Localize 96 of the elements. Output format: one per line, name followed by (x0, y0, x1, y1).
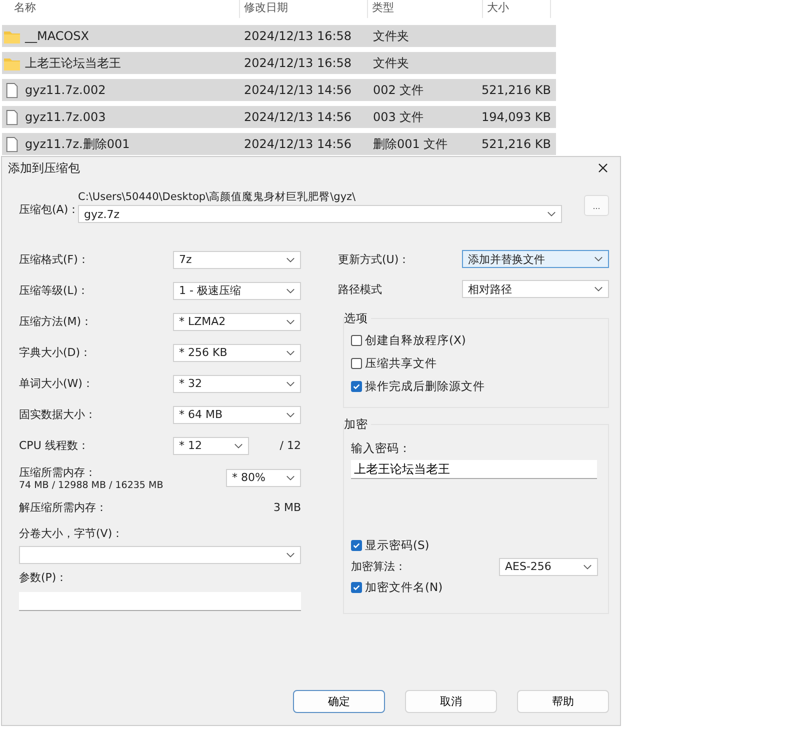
file-row[interactable]: 上老王论坛当老王 2024/12/13 16:58 文件夹 (2, 52, 556, 74)
parameters-field[interactable] (19, 592, 301, 611)
group-title: 选项 (344, 311, 371, 326)
window-title: 添加到压缩包 (8, 160, 80, 176)
chevron-icon (286, 256, 295, 262)
file-type: 文件夹 (372, 54, 410, 72)
dialog-button[interactable]: 帮助 (517, 690, 609, 713)
field-label: 更新方式(U)： (338, 252, 411, 266)
file-row[interactable]: gyz11.7z.删除001 2024/12/13 14:56 删除001 文件 521,216 KB (2, 133, 556, 155)
dropdown[interactable]: 1 - 极速压缩 (173, 282, 301, 300)
file-name: __MACOSX (25, 29, 90, 43)
dialog-button[interactable]: 确定 (293, 690, 385, 713)
chevron-icon (594, 256, 603, 262)
file-icon (4, 110, 20, 124)
column-header[interactable]: 名称 (0, 0, 240, 18)
file-icon (4, 82, 20, 98)
group-title: 加密 (344, 417, 371, 432)
file-size: 521,216 KB (485, 83, 551, 97)
file-name: gyz11.7z.删除001 (25, 136, 130, 152)
field-label: 解压缩所需内存： (19, 500, 108, 514)
column-header[interactable]: 类型 (368, 0, 483, 18)
archive-path: C:\Users\50440\Desktop\高颜值魔鬼身材巨乳肥臀\gyz\ (78, 190, 357, 204)
memory-usage: 74 MB / 12988 MB / 16235 MB (19, 480, 164, 490)
file-size: 521,216 KB (485, 137, 551, 151)
field-label: 压缩包(A)： (19, 202, 78, 217)
chevron-icon (286, 552, 295, 558)
volume-size-dropdown[interactable] (19, 546, 301, 564)
checkbox[interactable]: 操作完成后删除源文件 (351, 378, 485, 395)
thread-total: / 12 (280, 439, 301, 452)
chevron-icon (286, 350, 295, 356)
dropdown[interactable]: * 64 MB (173, 406, 301, 424)
chevron-icon (286, 474, 295, 480)
file-date: 2024/12/13 14:56 (243, 83, 353, 97)
chevron-icon (286, 380, 295, 386)
checkbox[interactable]: 创建自释放程序(X) (351, 332, 466, 349)
folder-icon (4, 28, 20, 44)
column-header[interactable]: 大小 (483, 0, 551, 18)
checkbox[interactable]: 压缩共享文件 (351, 355, 437, 372)
file-type: 删除001 文件 (372, 136, 449, 152)
field-label: 固实数据大小： (19, 407, 97, 422)
file-name: 上老王论坛当老王 (25, 54, 121, 72)
chevron-icon (234, 442, 243, 448)
field-label: CPU 线程数： (19, 438, 90, 453)
file-name: gyz11.7z.003 (25, 110, 106, 124)
field-label: 输入密码： (351, 441, 411, 456)
chevron-icon (286, 318, 295, 324)
field-label: 分卷大小，字节(V)： (19, 526, 124, 542)
checkbox[interactable]: 显示密码(S) (351, 537, 430, 554)
chevron-icon (286, 288, 295, 294)
dropdown[interactable]: 添加并替换文件 (462, 250, 609, 268)
file-icon (4, 136, 20, 152)
dropdown[interactable]: * LZMA2 (173, 312, 301, 330)
file-date: 2024/12/13 16:58 (243, 29, 353, 43)
file-type: 文件夹 (372, 28, 410, 44)
dropdown[interactable]: * 80% (226, 468, 301, 486)
checkmark-icon (352, 583, 361, 592)
browse-button[interactable]: ... (584, 195, 609, 216)
file-row[interactable]: gyz11.7z.003 2024/12/13 14:56 003 文件 194,093 KB (2, 106, 556, 128)
file-type: 002 文件 (372, 82, 425, 98)
file-date: 2024/12/13 16:58 (243, 56, 353, 70)
chevron-icon (286, 412, 295, 418)
memory-value: 3 MB (273, 500, 301, 514)
field-label: 压缩等级(L)： (19, 283, 90, 298)
file-row[interactable]: __MACOSX 2024/12/13 16:58 文件夹 (2, 25, 556, 47)
folder-icon (4, 56, 20, 70)
field-label: 路径模式 (338, 282, 383, 296)
file-date: 2024/12/13 14:56 (243, 137, 353, 151)
password-field[interactable]: 上老王论坛当老王 (351, 460, 597, 479)
file-date: 2024/12/13 14:56 (243, 110, 353, 124)
dropdown[interactable]: * 32 (173, 374, 301, 392)
dialog-button[interactable]: 取消 (405, 690, 497, 713)
field-label: 单词大小(W)： (19, 376, 94, 391)
dropdown[interactable]: 相对路径 (462, 280, 609, 298)
chevron-icon (594, 286, 603, 292)
archive-combobox[interactable]: gyz.7z (78, 205, 562, 223)
field-label: 加密算法： (351, 559, 406, 574)
file-size: 194,093 KB (485, 110, 551, 124)
field-label: 压缩方法(M)： (19, 314, 94, 329)
column-header[interactable]: 修改日期 (240, 0, 368, 18)
field-label: 参数(P)： (19, 570, 68, 586)
file-type: 003 文件 (372, 108, 425, 126)
checkbox[interactable]: 加密文件名(N) (351, 579, 443, 596)
checkmark-icon (352, 382, 361, 391)
field-label: 压缩所需内存： (19, 464, 97, 480)
file-name: gyz11.7z.002 (25, 83, 106, 97)
checkmark-icon (352, 541, 361, 550)
field-label: 压缩格式(F)： (19, 252, 90, 267)
close-icon[interactable] (598, 163, 608, 173)
chevron-icon (547, 211, 556, 217)
field-label: 字典大小(D)： (19, 345, 92, 360)
dropdown[interactable]: * 256 KB (173, 344, 301, 362)
dropdown[interactable]: * 12 (173, 436, 249, 454)
dropdown[interactable]: 7z (173, 250, 301, 268)
chevron-icon (583, 564, 592, 570)
file-row[interactable]: gyz11.7z.002 2024/12/13 14:56 002 文件 521,216 KB (2, 79, 556, 101)
dropdown[interactable]: AES-256 (499, 558, 598, 576)
